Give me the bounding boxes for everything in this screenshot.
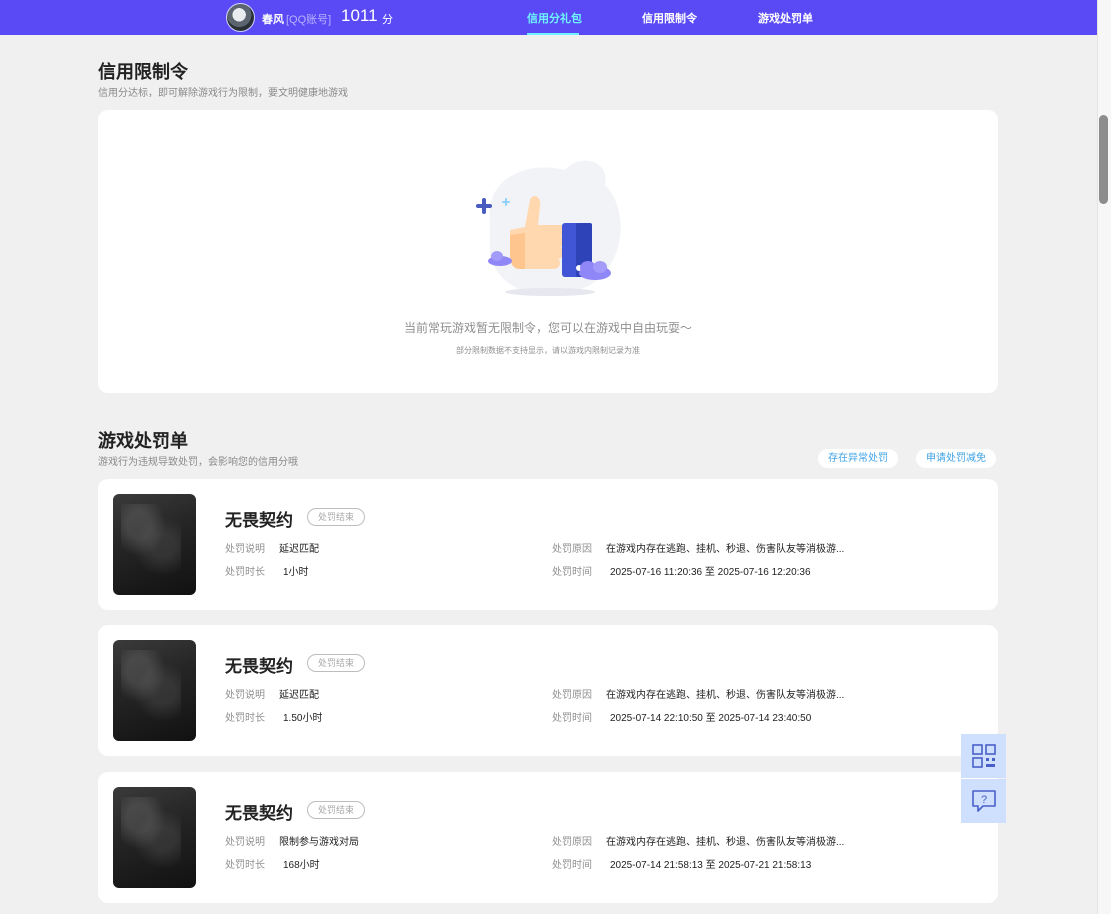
restriction-empty-card: 当前常玩游戏暂无限制令，您可以在游戏中自由玩耍～ 部分限制数据不支持显示，请以游… [98, 110, 998, 393]
duration-value: 1小时 [283, 567, 309, 578]
description-value: 延迟匹配 [279, 544, 319, 555]
penalty-card[interactable]: 无畏契约 处罚结束 处罚说明 延迟匹配 处罚时长 1小时 处罚原因 在游戏内存在… [98, 479, 998, 610]
reason-value: 在游戏内存在逃跑、挂机、秒退、伤害队友等消极游... [606, 837, 845, 848]
tab-penalty[interactable]: 游戏处罚单 [758, 10, 813, 26]
restriction-empty-note: 部分限制数据不支持显示，请以游戏内限制记录为准 [456, 346, 640, 355]
username: 春风 [262, 14, 284, 26]
tab-restriction[interactable]: 信用限制令 [642, 10, 697, 26]
time-label: 处罚时间 [552, 713, 592, 724]
description-value: 限制参与游戏对局 [279, 837, 359, 848]
description-label: 处罚说明 [225, 837, 265, 848]
qr-code-icon [972, 744, 996, 768]
duration-label: 处罚时长 [225, 713, 265, 724]
qr-code-button[interactable] [961, 734, 1006, 778]
penalty-section-title: 游戏处罚单 [98, 431, 188, 451]
time-value: 2025-07-14 21:58:13 至 2025-07-21 21:58:1… [610, 860, 812, 871]
time-value: 2025-07-16 11:20:36 至 2025-07-16 12:20:3… [610, 567, 811, 578]
game-name: 无畏契约 [225, 511, 293, 530]
help-feedback-button[interactable]: ? [961, 779, 1006, 823]
avatar[interactable] [226, 3, 255, 32]
help-feedback-icon: ? [972, 790, 996, 812]
thumbs-up-illustration [476, 160, 621, 296]
reason-value: 在游戏内存在逃跑、挂机、秒退、伤害队友等消极游... [606, 690, 845, 701]
duration-value: 1.50小时 [283, 713, 323, 724]
reason-label: 处罚原因 [552, 544, 592, 555]
status-badge: 处罚结束 [307, 801, 366, 819]
credit-score-unit: 分 [382, 14, 393, 26]
status-badge: 处罚结束 [307, 654, 366, 672]
game-cover-image [113, 494, 196, 595]
restriction-section-title: 信用限制令 [98, 62, 188, 82]
active-tab-indicator [527, 33, 579, 35]
abnormal-penalty-button[interactable]: 存在异常处罚 [818, 449, 898, 468]
account-type: [QQ账号] [286, 14, 332, 26]
duration-label: 处罚时长 [225, 567, 265, 578]
reason-label: 处罚原因 [552, 837, 592, 848]
description-value: 延迟匹配 [279, 690, 319, 701]
penalty-card[interactable]: 无畏契约 处罚结束 处罚说明 限制参与游戏对局 处罚时长 168小时 处罚原因 … [98, 772, 998, 903]
top-bar: 春风 [QQ账号] 1011 分 信用分礼包 信用限制令 游戏处罚单 [0, 0, 1097, 35]
reason-label: 处罚原因 [552, 690, 592, 701]
restriction-empty-message: 当前常玩游戏暂无限制令，您可以在游戏中自由玩耍～ [403, 321, 692, 335]
credit-score: 1011 [341, 6, 378, 25]
penalty-section-subtitle: 游戏行为违规导致处罚，会影响您的信用分哦 [98, 457, 298, 468]
scrollbar-thumb[interactable] [1099, 115, 1108, 204]
svg-text:?: ? [981, 794, 987, 806]
description-label: 处罚说明 [225, 690, 265, 701]
reason-value: 在游戏内存在逃跑、挂机、秒退、伤害队友等消极游... [606, 544, 845, 555]
duration-value: 168小时 [283, 860, 320, 871]
time-label: 处罚时间 [552, 860, 592, 871]
description-label: 处罚说明 [225, 544, 265, 555]
duration-label: 处罚时长 [225, 860, 265, 871]
tab-credit-gift[interactable]: 信用分礼包 [527, 10, 582, 26]
game-cover-image [113, 787, 196, 888]
apply-reduction-button[interactable]: 申请处罚减免 [916, 449, 996, 468]
status-badge: 处罚结束 [307, 508, 366, 526]
game-name: 无畏契约 [225, 657, 293, 676]
time-value: 2025-07-14 22:10:50 至 2025-07-14 23:40:5… [610, 713, 812, 724]
game-name: 无畏契约 [225, 804, 293, 823]
game-cover-image [113, 640, 196, 741]
restriction-section-subtitle: 信用分达标，即可解除游戏行为限制，要文明健康地游戏 [98, 88, 348, 99]
penalty-card[interactable]: 无畏契约 处罚结束 处罚说明 延迟匹配 处罚时长 1.50小时 处罚原因 在游戏… [98, 625, 998, 756]
time-label: 处罚时间 [552, 567, 592, 578]
